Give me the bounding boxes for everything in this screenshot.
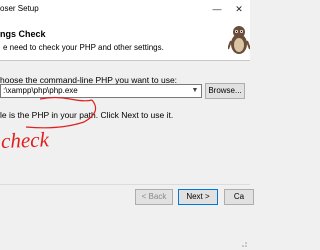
window-title: oser Setup — [0, 4, 39, 13]
browse-button[interactable]: Browse... — [205, 83, 245, 99]
annotation-text: check — [1, 127, 50, 153]
back-button[interactable]: < Back — [135, 189, 173, 205]
resize-grip-icon[interactable] — [238, 238, 248, 248]
cancel-button[interactable]: Ca — [224, 189, 254, 205]
minimize-icon[interactable]: — — [206, 0, 228, 19]
close-icon[interactable]: ✕ — [228, 0, 250, 19]
chevron-down-icon[interactable]: ▼ — [189, 85, 201, 97]
title-bar: oser Setup — ✕ — [0, 0, 250, 20]
footer-divider — [0, 184, 250, 185]
composer-logo-icon — [228, 26, 250, 54]
php-path-value: :\xampp\php\php.exe — [3, 86, 78, 95]
next-button[interactable]: Next > — [178, 189, 218, 205]
php-path-select[interactable]: :\xampp\php\php.exe ▼ — [0, 84, 202, 98]
page-title: ngs Check — [0, 29, 46, 39]
path-note: le is the PHP in your path. Click Next t… — [0, 110, 174, 120]
wizard-header: ngs Check e need to check your PHP and o… — [0, 19, 250, 61]
page-subtitle: e need to check your PHP and other setti… — [3, 43, 164, 52]
